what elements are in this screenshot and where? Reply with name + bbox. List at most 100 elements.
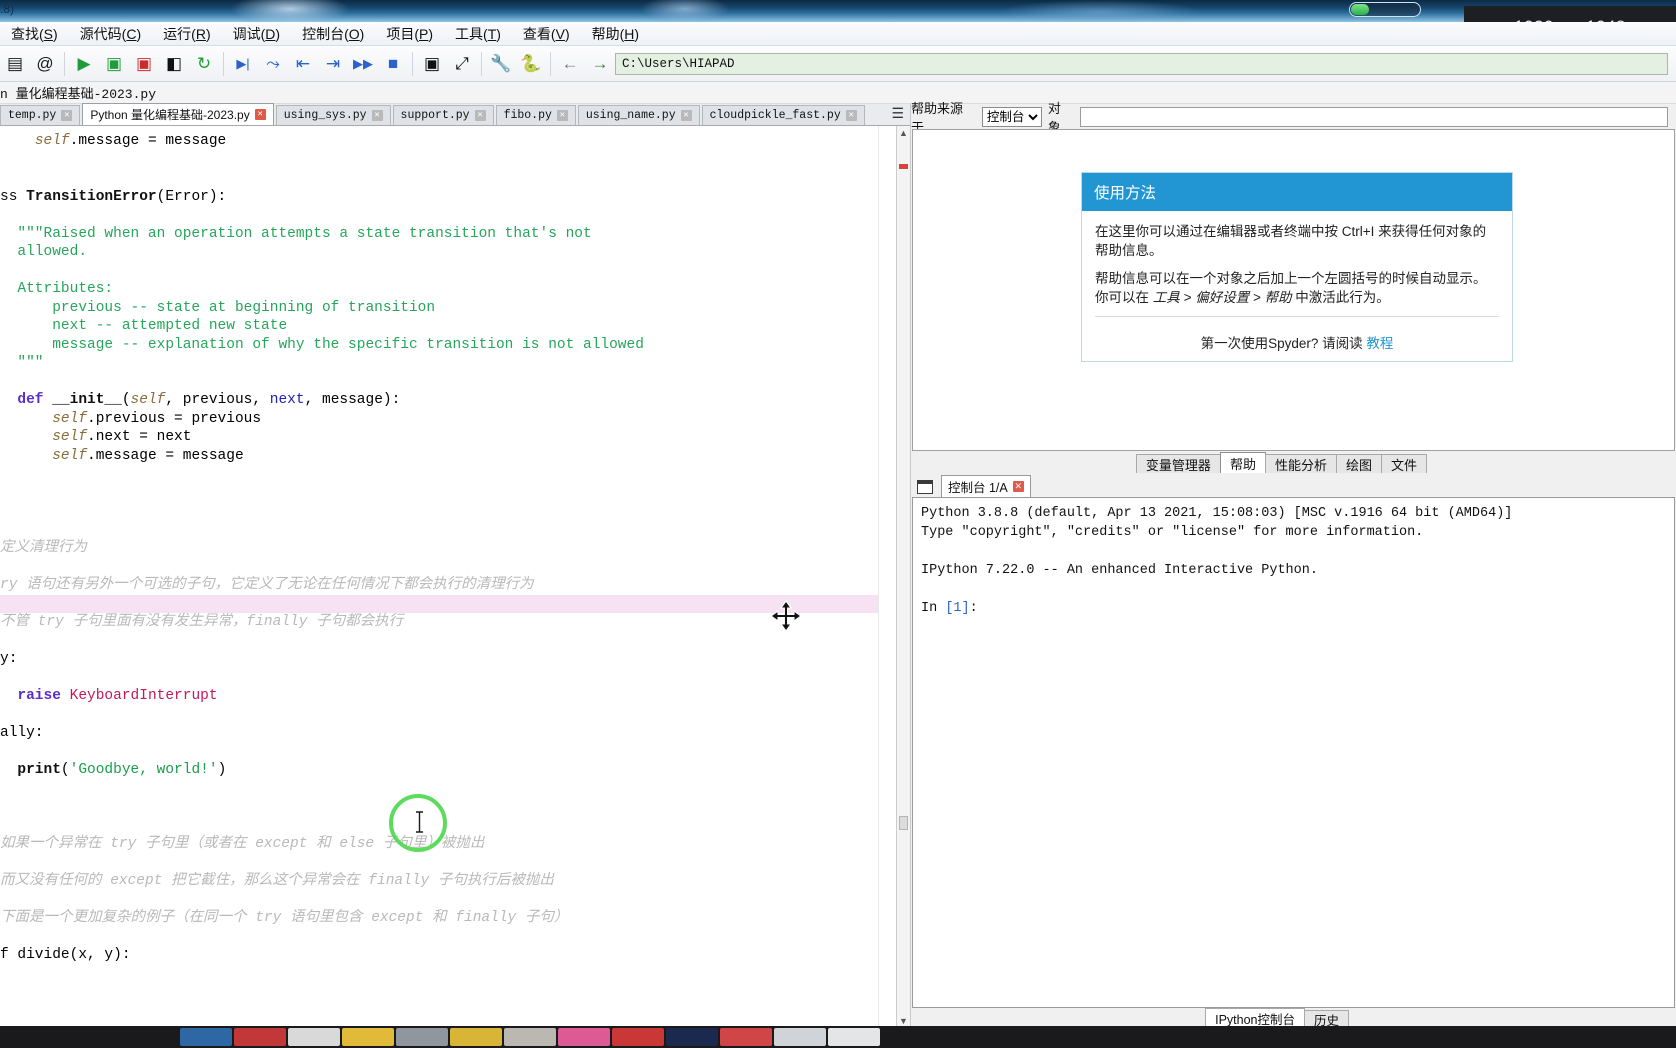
console-tabbar: 控制台 1/A ✕ — [911, 473, 1676, 497]
new-console-icon[interactable] — [917, 480, 933, 494]
help-pane-tab-3[interactable]: 绘图 — [1335, 454, 1382, 473]
run-cell-icon[interactable]: ▣ — [99, 48, 129, 80]
editor-tab-1[interactable]: Python 量化编程基础-2023.py ✕ — [82, 103, 274, 125]
menu-view[interactable]: 查看(V) — [512, 22, 581, 46]
help-pane-tab-2[interactable]: 性能分析 — [1264, 454, 1337, 473]
rerun-icon-glyph: ↻ — [196, 54, 212, 73]
menu-help[interactable]: 帮助(H) — [581, 22, 650, 46]
close-icon[interactable]: ✕ — [845, 110, 857, 121]
run-cell-advance-icon[interactable]: ▣ — [129, 48, 159, 80]
editor-tab-6[interactable]: cloudpickle_fast.py ✕ — [701, 105, 865, 125]
scroll-up-icon[interactable]: ▲ — [899, 128, 908, 138]
help-source-select[interactable]: 控制台编辑器 — [981, 106, 1042, 127]
editor-tab-4[interactable]: fibo.py ✕ — [495, 105, 576, 125]
forward-icon[interactable]: → — [585, 48, 615, 80]
tutorial-link[interactable]: 教程 — [1366, 336, 1393, 351]
taskbar-item-7[interactable] — [558, 1028, 610, 1046]
help-card-divider — [1095, 316, 1499, 317]
taskbar-item-3[interactable] — [342, 1028, 394, 1046]
close-icon[interactable]: ✕ — [1012, 481, 1024, 492]
console-output[interactable]: Python 3.8.8 (default, Apr 13 2021, 15:0… — [912, 497, 1675, 1008]
run-selection-icon[interactable]: ◧ — [159, 48, 189, 80]
scrollbar-thumb[interactable] — [899, 816, 908, 830]
help-paragraph-2-post: 中激活此行为。 — [1291, 290, 1390, 305]
menu-search[interactable]: 查找(S) — [0, 22, 69, 46]
help-pane-tab-0[interactable]: 变量管理器 — [1135, 454, 1221, 473]
step-return-icon[interactable]: ⇥ — [318, 48, 348, 80]
at-icon[interactable]: @ — [30, 48, 60, 80]
editor-tab-3[interactable]: support.py ✕ — [392, 105, 494, 125]
editor-scrollbar[interactable]: ▲ ▼ — [896, 126, 910, 1028]
rerun-icon[interactable]: ↻ — [189, 48, 219, 80]
taskbar-item-2[interactable] — [288, 1028, 340, 1046]
editor-options-icon[interactable]: ☰ — [891, 105, 904, 122]
menu-project[interactable]: 项目(P) — [375, 22, 444, 46]
recording-toggle[interactable] — [1349, 2, 1421, 17]
help-object-input[interactable] — [1079, 106, 1668, 127]
taskbar-item-10[interactable] — [720, 1028, 772, 1046]
pythonpath-manager-icon[interactable]: 🐍 — [516, 48, 546, 80]
wallpaper-highlight-a — [230, 0, 350, 24]
code-line: ry 语句还有另外一个可选的子句，它定义了无论在任何情况下都会执行的清理行为 — [0, 577, 534, 593]
file-switcher-icon[interactable]: ▤ — [0, 48, 30, 80]
editor-tab-label: cloudpickle_fast.py — [709, 109, 841, 122]
stop-debug-icon[interactable]: ■ — [378, 48, 408, 80]
code-line: 定义清理行为 — [0, 540, 87, 556]
taskbar-item-5[interactable] — [450, 1028, 502, 1046]
back-icon[interactable]: ← — [555, 48, 585, 80]
debug-file-icon[interactable]: ▶| — [228, 48, 258, 80]
wallpaper-highlight-c — [1000, 0, 1200, 24]
taskbar-item-9[interactable] — [666, 1028, 718, 1046]
taskbar-item-0[interactable] — [180, 1028, 232, 1046]
taskbar-item-1[interactable] — [234, 1028, 286, 1046]
taskbar-item-11[interactable] — [774, 1028, 826, 1046]
close-icon[interactable]: ✕ — [556, 110, 568, 121]
taskbar-item-4[interactable] — [396, 1028, 448, 1046]
maximize-pane-icon[interactable]: ⤢ — [447, 48, 477, 80]
console-tab-label: 控制台 1/A — [948, 481, 1008, 495]
close-icon[interactable]: ✕ — [371, 110, 383, 121]
close-icon[interactable]: ✕ — [61, 110, 73, 121]
help-card-title: 使用方法 — [1082, 173, 1512, 211]
code-line: message -- explanation of why the specif… — [0, 336, 644, 353]
help-pane-tab-1[interactable]: 帮助 — [1219, 452, 1266, 473]
working-directory-input[interactable]: C:\Users\HIAPAD — [615, 52, 1668, 75]
help-paragraph-1: 在这里你可以通过在编辑器或者终端中按 Ctrl+I 来获得任何对象的帮助信息。 — [1095, 224, 1487, 258]
menu-debug[interactable]: 调试(D) — [222, 22, 291, 46]
step-into-icon[interactable]: ⇤ — [288, 48, 318, 80]
code-line: ss TransitionError(Error): — [0, 188, 227, 205]
preferences-icon[interactable]: 🔧 — [486, 48, 516, 80]
menu-tools[interactable]: 工具(T) — [444, 22, 512, 46]
console-pane-tabbar: IPython控制台 历史 — [911, 1008, 1676, 1028]
run-file-icon[interactable]: ▶ — [69, 48, 99, 80]
console-pane-tab-0[interactable]: IPython控制台 — [1205, 1008, 1305, 1028]
close-icon[interactable]: ✕ — [474, 110, 486, 121]
at-icon-glyph: @ — [36, 54, 54, 73]
console-tab[interactable]: 控制台 1/A ✕ — [941, 475, 1031, 497]
scroll-down-icon[interactable]: ▼ — [899, 1016, 908, 1026]
menu-console[interactable]: 控制台(O) — [291, 22, 375, 46]
code-line: """Raised when an operation attempts a s… — [0, 225, 592, 242]
code-text-area[interactable]: self.message = message ss TransitionErro… — [0, 126, 878, 1028]
menu-source[interactable]: 源代码(C) — [69, 22, 152, 46]
help-pane-tab-4[interactable]: 文件 — [1380, 454, 1427, 473]
taskbar-item-8[interactable] — [612, 1028, 664, 1046]
close-icon[interactable]: ✕ — [254, 109, 266, 120]
step-over-icon[interactable]: ⤳ — [258, 48, 288, 80]
menu-run[interactable]: 运行(R) — [152, 22, 221, 46]
pythonpath-manager-icon-glyph: 🐍 — [520, 54, 542, 73]
taskbar-item-12[interactable] — [828, 1028, 880, 1046]
editor-tab-0[interactable]: temp.py ✕ — [0, 105, 81, 125]
taskbar-item-6[interactable] — [504, 1028, 556, 1046]
run-configuration-icon[interactable]: ▣ — [417, 48, 447, 80]
menu-bar: 查找(S) 源代码(C) 运行(R) 调试(D) 控制台(O) 项目(P) 工具(T) 查看(… — [0, 22, 1676, 46]
editor-tab-2[interactable]: using_sys.py ✕ — [275, 105, 391, 125]
editor-tab-5[interactable]: using_name.py ✕ — [577, 105, 700, 125]
continue-icon[interactable]: ▶▶ — [348, 48, 378, 80]
code-line: print('Goodbye, world!') — [17, 762, 227, 778]
help-card-footer: 第一次使用Spyder? 请阅读 教程 — [1082, 332, 1512, 361]
close-icon[interactable]: ✕ — [680, 110, 692, 121]
